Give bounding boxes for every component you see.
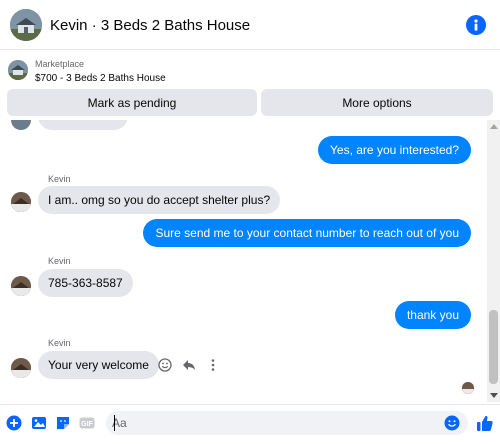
seen-avatar-icon	[462, 382, 474, 394]
message-bubble-outgoing[interactable]: Yes, are you interested?	[318, 136, 471, 164]
more-options-button[interactable]: More options	[261, 89, 493, 116]
like-thumb-icon[interactable]	[476, 414, 494, 432]
sticker-icon[interactable]	[55, 415, 71, 431]
house-avatar-icon[interactable]	[10, 9, 42, 41]
house-thumb-icon	[8, 60, 28, 80]
scroll-thumb[interactable]	[489, 310, 498, 384]
message-list[interactable]: Yes, are you interested? Kevin I am.. om…	[0, 120, 486, 402]
svg-text:GIF: GIF	[81, 421, 93, 428]
message-bubble-incoming[interactable]: Your very welcome	[38, 351, 159, 379]
message-bubble-outgoing[interactable]: Sure send me to your contact number to r…	[143, 219, 471, 247]
marketplace-listing-bar[interactable]: Marketplace $700 - 3 Beds 2 Baths House	[0, 51, 500, 87]
more-dots-icon[interactable]	[206, 358, 220, 372]
info-icon[interactable]	[466, 15, 486, 35]
message-bubble-incoming[interactable]: I am.. omg so you do accept shelter plus…	[38, 186, 281, 214]
message-bubble-clipped	[38, 120, 128, 130]
sender-name: Kevin	[48, 338, 71, 348]
photo-icon[interactable]	[31, 415, 47, 431]
kevin-avatar[interactable]	[11, 192, 31, 212]
scrollbar[interactable]	[487, 120, 500, 402]
scroll-down-arrow-icon[interactable]	[490, 393, 498, 398]
marketplace-label: Marketplace	[35, 59, 85, 69]
message-composer: GIF	[0, 404, 500, 444]
mark-as-pending-button[interactable]: Mark as pending	[7, 89, 257, 116]
emoji-icon[interactable]	[444, 415, 460, 431]
chat-header: Kevin · 3 Beds 2 Baths House	[0, 0, 500, 50]
kevin-avatar[interactable]	[11, 358, 31, 378]
message-input[interactable]	[112, 414, 442, 432]
reply-icon[interactable]	[182, 358, 196, 372]
sender-name: Kevin	[48, 256, 71, 266]
kevin-avatar	[11, 120, 31, 130]
message-input-box[interactable]	[106, 411, 468, 435]
message-bubble-outgoing[interactable]: thank you	[394, 301, 471, 329]
listing-title: $700 - 3 Beds 2 Baths House	[35, 73, 166, 84]
gif-icon[interactable]: GIF	[79, 415, 95, 431]
react-smile-icon[interactable]	[158, 358, 172, 372]
message-actions	[158, 358, 220, 372]
chat-title: Kevin · 3 Beds 2 Baths House	[50, 17, 251, 34]
text-caret	[114, 415, 115, 431]
kevin-avatar[interactable]	[11, 276, 31, 296]
sender-name: Kevin	[48, 174, 71, 184]
scroll-up-arrow-icon[interactable]	[490, 124, 498, 129]
add-circle-icon[interactable]	[6, 415, 22, 431]
message-bubble-incoming[interactable]: 785-363-8587	[38, 269, 133, 297]
